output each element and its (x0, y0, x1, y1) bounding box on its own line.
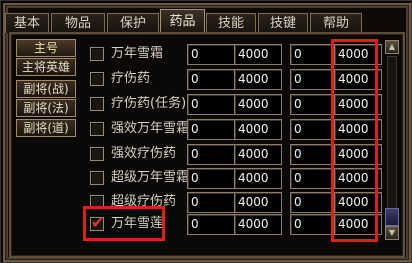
item-name: 万年雪莲 (111, 216, 164, 231)
medicine-row: 超级万年雪霜 0 4000 0 4000 (85, 168, 385, 190)
tab-help[interactable]: 帮助 (310, 13, 362, 33)
value-field-1[interactable]: 0 (187, 214, 235, 235)
item-checkbox[interactable] (90, 195, 104, 209)
tab-bar: 基本 物品 保护 药品 技能 技键 帮助 (5, 7, 409, 33)
tab-items[interactable]: 物品 (51, 13, 105, 33)
tab-basic[interactable]: 基本 (5, 13, 49, 33)
role-warrior-button[interactable]: 副将(战) (16, 80, 76, 98)
item-checkbox[interactable] (90, 171, 104, 185)
item-name: 万年雪霜 (111, 46, 164, 61)
value-field-1[interactable]: 0 (187, 119, 235, 140)
item-name: 强效万年雪霜 (111, 121, 190, 136)
scrollbar[interactable]: ▲ ▼ (385, 40, 399, 240)
value-field-4[interactable]: 4000 (334, 44, 382, 65)
value-field-1[interactable]: 0 (187, 168, 235, 189)
value-field-2[interactable]: 4000 (234, 144, 282, 165)
value-field-2[interactable]: 4000 (234, 214, 282, 235)
tab-protect[interactable]: 保护 (107, 13, 159, 33)
check-icon: ✔ (91, 213, 105, 232)
item-name: 强效疗伤药 (111, 146, 177, 161)
value-field-1[interactable]: 0 (187, 192, 235, 213)
value-field-1[interactable]: 0 (187, 44, 235, 65)
value-field-3[interactable]: 0 (290, 192, 338, 213)
value-field-4[interactable]: 4000 (334, 168, 382, 189)
tab-skill-keys[interactable]: 技键 (258, 13, 308, 33)
scroll-down-icon[interactable]: ▼ (385, 226, 399, 240)
value-field-2[interactable]: 4000 (234, 119, 282, 140)
medicine-row: 超级疗伤药 0 4000 0 4000 (85, 192, 385, 214)
item-checkbox[interactable] (90, 97, 104, 111)
value-field-2[interactable]: 4000 (234, 94, 282, 115)
item-name: 超级疗伤药 (111, 194, 177, 209)
value-field-1[interactable]: 0 (187, 144, 235, 165)
value-field-2[interactable]: 4000 (234, 168, 282, 189)
tab-medicine[interactable]: 药品 (160, 9, 205, 33)
item-name: 疗伤药(任务) (111, 96, 187, 111)
value-field-2[interactable]: 4000 (234, 44, 282, 65)
value-field-2[interactable]: 4000 (234, 69, 282, 90)
role-main-button[interactable]: 主号 (16, 39, 76, 57)
value-field-1[interactable]: 0 (187, 69, 235, 90)
item-checkbox[interactable]: ✔ (90, 213, 105, 232)
medicine-row: 疗伤药(任务) 0 4000 0 4000 (85, 94, 385, 116)
value-field-3[interactable]: 0 (290, 119, 338, 140)
value-field-3[interactable]: 0 (290, 214, 338, 235)
item-checkbox[interactable] (90, 122, 104, 136)
value-field-4[interactable]: 4000 (334, 214, 382, 235)
medicine-row: ✔ 万年雪莲 0 4000 0 4000 (85, 214, 385, 236)
value-field-4[interactable]: 4000 (334, 119, 382, 140)
value-field-2[interactable]: 4000 (234, 192, 282, 213)
scroll-track[interactable] (387, 56, 397, 224)
settings-window: 基本 物品 保护 药品 技能 技键 帮助 主号 主将英雄 副将(战) 副将(法)… (0, 0, 412, 263)
item-name: 超级万年雪霜 (111, 170, 190, 185)
item-name: 疗伤药 (111, 71, 151, 86)
role-hero-button[interactable]: 主将英雄 (16, 58, 76, 76)
item-checkbox[interactable] (90, 47, 104, 61)
role-taoist-button[interactable]: 副将(道) (16, 119, 76, 137)
value-field-3[interactable]: 0 (290, 168, 338, 189)
role-mage-button[interactable]: 副将(法) (16, 99, 76, 117)
value-field-4[interactable]: 4000 (334, 69, 382, 90)
value-field-4[interactable]: 4000 (334, 94, 382, 115)
item-checkbox[interactable] (90, 72, 104, 86)
scroll-thumb[interactable] (385, 208, 399, 226)
value-field-3[interactable]: 0 (290, 144, 338, 165)
value-field-4[interactable]: 4000 (334, 192, 382, 213)
value-field-3[interactable]: 0 (290, 44, 338, 65)
medicine-row: 强效万年雪霜 0 4000 0 4000 (85, 119, 385, 141)
tab-skills[interactable]: 技能 (206, 13, 256, 33)
value-field-1[interactable]: 0 (187, 94, 235, 115)
value-field-3[interactable]: 0 (290, 94, 338, 115)
item-checkbox[interactable] (90, 147, 104, 161)
scroll-up-icon[interactable]: ▲ (385, 40, 399, 54)
medicine-row: 强效疗伤药 0 4000 0 4000 (85, 144, 385, 166)
medicine-row: 疗伤药 0 4000 0 4000 (85, 69, 385, 91)
value-field-3[interactable]: 0 (290, 69, 338, 90)
value-field-4[interactable]: 4000 (334, 144, 382, 165)
medicine-row: 万年雪霜 0 4000 0 4000 (85, 44, 385, 66)
